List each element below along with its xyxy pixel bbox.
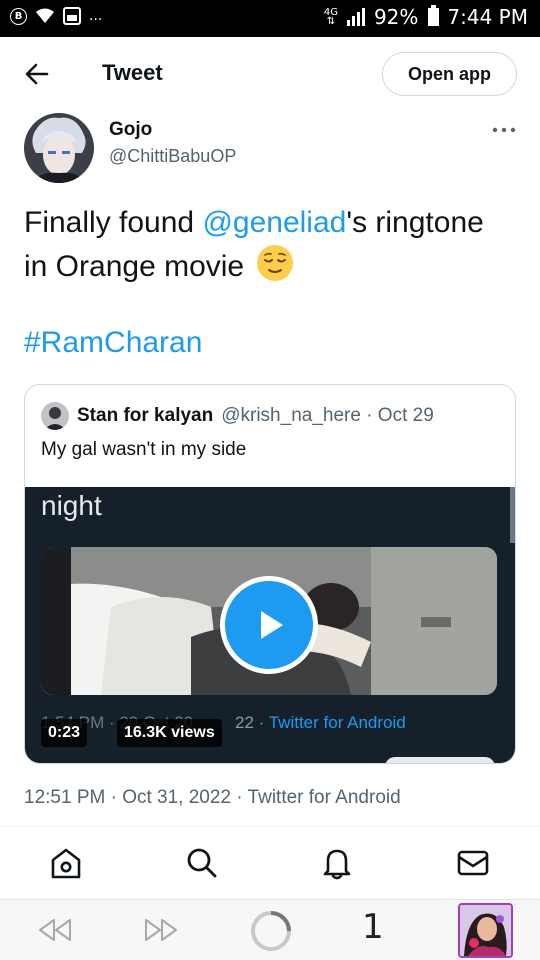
tab-count[interactable]: 1 xyxy=(362,907,384,947)
signal-icon xyxy=(346,8,365,26)
hashtag-link[interactable]: #RamCharan xyxy=(24,326,202,360)
video-scrollbar xyxy=(510,487,515,543)
video-views-badge: 16.3K views xyxy=(117,719,222,747)
relieved-face-emoji-icon xyxy=(257,245,294,281)
status-left: B ... xyxy=(10,7,102,25)
battery-percent: 92% xyxy=(373,5,419,29)
mention-link[interactable]: @geneliad xyxy=(202,206,346,239)
play-button[interactable] xyxy=(220,576,318,674)
tweet-text-part1: Finally found xyxy=(24,206,203,239)
video-player[interactable]: night 1:54 PM · 29 Oct 20 22 · Twitter f… xyxy=(25,487,515,763)
quoted-tweet[interactable]: Stan for kalyan @krish_na_here · Oct 29 … xyxy=(24,384,516,764)
video-embedded-button xyxy=(385,757,495,763)
search-icon[interactable] xyxy=(184,845,220,881)
browser-navigation-bar: 1 xyxy=(0,899,540,960)
bottom-navigation xyxy=(0,827,540,899)
quote-avatar xyxy=(41,402,69,430)
author-name[interactable]: Gojo xyxy=(109,119,152,141)
messages-envelope-icon[interactable] xyxy=(455,845,491,881)
image-icon xyxy=(63,7,81,25)
home-icon[interactable] xyxy=(48,845,84,881)
video-meta-dot: · xyxy=(253,713,269,732)
rewind-back-icon[interactable] xyxy=(34,914,74,946)
quote-handle-date: @krish_na_here · Oct 29 xyxy=(221,405,434,426)
wifi-icon xyxy=(36,8,54,23)
more-notifications: ... xyxy=(89,8,103,24)
network-type: 4G ⇅ xyxy=(323,7,338,27)
notifications-bell-icon[interactable] xyxy=(319,845,355,881)
video-meta: 22 · Twitter for Android xyxy=(235,713,406,733)
author-avatar[interactable] xyxy=(24,113,94,183)
video-duration-badge: 0:23 xyxy=(41,719,88,747)
tweet-timestamp: 12:51 PM · Oct 31, 2022 · Twitter for An… xyxy=(24,787,401,808)
clock: 7:44 PM xyxy=(447,5,528,29)
back-arrow-icon[interactable] xyxy=(22,59,52,89)
open-app-button[interactable]: Open app xyxy=(382,52,517,96)
video-meta-year: 22 xyxy=(235,713,254,732)
loading-spinner-icon[interactable] xyxy=(249,909,293,953)
author-handle[interactable]: @ChittiBabuOP xyxy=(109,146,236,167)
page-title: Tweet xyxy=(102,60,163,85)
more-options-icon[interactable] xyxy=(490,120,518,140)
b-badge-icon: B xyxy=(10,7,27,25)
quote-author-name: Stan for kalyan xyxy=(77,405,214,426)
fast-forward-icon[interactable] xyxy=(142,914,182,946)
status-bar: B ... 4G ⇅ 92% 7:44 PM xyxy=(0,0,540,37)
top-header: Tweet Open app xyxy=(0,37,540,109)
battery-icon xyxy=(428,5,440,26)
profile-thumbnail[interactable] xyxy=(458,903,513,958)
quote-text: My gal wasn't in my side xyxy=(41,439,247,460)
video-overlay-text: night xyxy=(41,490,102,521)
status-right: 4G ⇅ 92% 7:44 PM xyxy=(324,5,528,29)
tweet-text: Finally found @geneliad's ringtone in Or… xyxy=(24,202,514,288)
quote-header: Stan for kalyan @krish_na_here · Oct 29 xyxy=(41,402,434,430)
play-icon xyxy=(261,611,283,639)
video-meta-source: Twitter for Android xyxy=(268,713,406,732)
